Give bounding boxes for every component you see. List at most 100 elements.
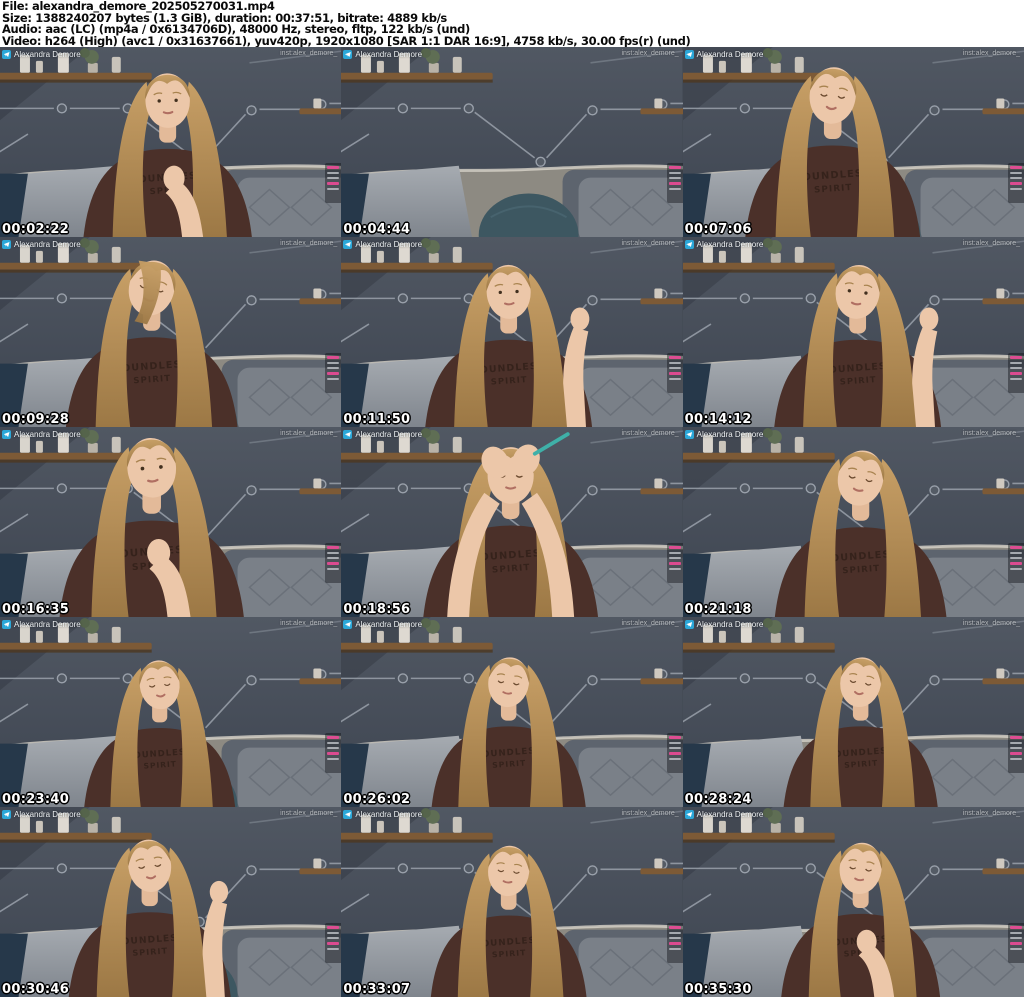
- timestamp-label: 00:26:02: [343, 792, 411, 807]
- instagram-handle-watermark: inst:alex_demore_: [280, 810, 338, 817]
- video-thumbnail: BOUNDLESS SPIRIT Alexandra Demore inst:a…: [341, 237, 683, 427]
- channel-watermark: Alexandra Demore: [684, 50, 763, 59]
- thumbnail-image: BOUNDLESS SPIRIT: [682, 427, 1024, 617]
- thumbnail-image: BOUNDLESS SPIRIT: [682, 47, 1024, 237]
- tip-menu-overlay: [666, 352, 683, 393]
- video-thumbnail: BOUNDLESS SPIRIT Alexandra Demore inst:a…: [0, 427, 342, 617]
- thumbnail-image: BOUNDLESS SPIRIT: [0, 427, 342, 617]
- tip-menu-overlay: [1008, 542, 1024, 583]
- video-thumbnail: BOUNDLESS SPIRIT Alexandra Demore inst:a…: [0, 47, 342, 237]
- thumbnail-image: [341, 47, 683, 237]
- tip-menu-overlay: [1008, 162, 1024, 203]
- instagram-handle-watermark: inst:alex_demore_: [962, 50, 1020, 57]
- timestamp-label: 00:16:35: [2, 602, 70, 617]
- thumbnail-image: BOUNDLESS SPIRIT: [0, 807, 342, 997]
- thumbnail-image: BOUNDLESS SPIRIT: [341, 807, 683, 997]
- channel-watermark: Alexandra Demore: [684, 430, 764, 439]
- video-thumbnail: BOUNDLESS SPIRIT Alexandra Demore inst:a…: [341, 807, 683, 997]
- video-thumbnail: BOUNDLESS SPIRIT Alexandra Demore inst:a…: [682, 617, 1024, 807]
- tip-menu-overlay: [325, 162, 342, 203]
- telegram-icon: [684, 810, 694, 819]
- channel-watermark: Alexandra Demore: [343, 50, 422, 59]
- timestamp-label: 00:30:46: [2, 982, 70, 997]
- instagram-handle-watermark: inst:alex_demore_: [621, 50, 679, 57]
- channel-name: Alexandra Demore: [14, 50, 81, 59]
- tip-menu-overlay: [325, 352, 342, 393]
- thumbnail-image: BOUNDLESS SPIRIT: [0, 47, 342, 237]
- channel-watermark: Alexandra Demore: [343, 240, 422, 249]
- contact-sheet: { "header": { "file_line": "File: alexan…: [0, 0, 1024, 1003]
- thumbnail-image: BOUNDLESS SPIRIT: [682, 617, 1024, 807]
- instagram-handle-watermark: inst:alex_demore_: [621, 620, 679, 627]
- video-thumbnail: BOUNDLESS SPIRIT Alexandra Demore inst:a…: [682, 47, 1024, 237]
- channel-watermark: Alexandra Demore: [684, 620, 764, 629]
- tip-menu-overlay: [666, 162, 683, 203]
- instagram-handle-watermark: inst:alex_demore_: [621, 240, 679, 247]
- instagram-handle-watermark: inst:alex_demore_: [962, 240, 1020, 247]
- tip-menu-overlay: [1008, 732, 1024, 773]
- channel-watermark: Alexandra Demore: [2, 620, 81, 629]
- telegram-icon: [2, 430, 11, 439]
- tip-menu-overlay: [325, 542, 342, 583]
- instagram-handle-watermark: inst:alex_demore_: [962, 810, 1020, 817]
- channel-name: Alexandra Demore: [696, 240, 764, 249]
- tip-menu-overlay: [666, 732, 683, 773]
- tip-menu-overlay: [325, 732, 342, 773]
- channel-name: Alexandra Demore: [14, 620, 81, 629]
- thumbnail-image: BOUNDLESS SPIRIT: [341, 617, 683, 807]
- thumbnail-image: BOUNDLESS SPIRIT: [0, 617, 342, 807]
- thumbnail-image: BOUNDLESS SPIRIT: [682, 237, 1024, 427]
- channel-name: Alexandra Demore: [696, 810, 764, 819]
- telegram-icon: [684, 50, 694, 59]
- tip-menu-overlay: [1008, 352, 1024, 393]
- telegram-icon: [343, 50, 353, 59]
- channel-name: Alexandra Demore: [696, 430, 764, 439]
- channel-watermark: Alexandra Demore: [343, 620, 422, 629]
- channel-watermark: Alexandra Demore: [343, 430, 422, 439]
- channel-name: Alexandra Demore: [355, 240, 423, 249]
- instagram-handle-watermark: inst:alex_demore_: [280, 430, 338, 437]
- telegram-icon: [684, 240, 694, 249]
- tip-menu-overlay: [325, 922, 342, 963]
- timestamp-label: 00:14:12: [684, 412, 752, 427]
- instagram-handle-watermark: inst:alex_demore_: [621, 810, 679, 817]
- timestamp-label: 00:02:22: [2, 222, 70, 237]
- channel-name: Alexandra Demore: [355, 50, 423, 59]
- timestamp-label: 00:28:24: [684, 792, 752, 807]
- channel-name: Alexandra Demore: [355, 430, 423, 439]
- video-thumbnail: BOUNDLESS SPIRIT Alexandra Demore inst:a…: [682, 427, 1024, 617]
- tip-menu-overlay: [1008, 922, 1024, 963]
- timestamp-label: 00:09:28: [2, 412, 70, 427]
- telegram-icon: [684, 620, 694, 629]
- video-thumbnail: BOUNDLESS SPIRIT Alexandra Demore inst:a…: [0, 237, 342, 427]
- timestamp-label: 00:18:56: [343, 602, 411, 617]
- timestamp-label: 00:07:06: [684, 222, 752, 237]
- instagram-handle-watermark: inst:alex_demore_: [962, 430, 1020, 437]
- channel-name: Alexandra Demore: [14, 430, 81, 439]
- tip-menu-overlay: [666, 542, 683, 583]
- channel-watermark: Alexandra Demore: [2, 240, 81, 249]
- channel-watermark: Alexandra Demore: [2, 50, 81, 59]
- telegram-icon: [343, 620, 353, 629]
- thumbnail-grid: BOUNDLESS SPIRIT Alexandra Demore inst:a…: [0, 47, 1024, 997]
- channel-watermark: Alexandra Demore: [2, 430, 81, 439]
- instagram-handle-watermark: inst:alex_demore_: [280, 240, 338, 247]
- channel-watermark: Alexandra Demore: [2, 810, 81, 819]
- telegram-icon: [2, 240, 11, 249]
- video-thumbnail: Alexandra Demore inst:alex_demore_ 00:04…: [341, 47, 683, 237]
- media-info-header: File: alexandra_demore_202505270031.mp4 …: [0, 0, 1024, 47]
- channel-watermark: Alexandra Demore: [684, 810, 764, 819]
- telegram-icon: [2, 50, 11, 59]
- timestamp-label: 00:21:18: [684, 602, 752, 617]
- thumbnail-image: BOUNDLESS SPIRIT: [682, 807, 1024, 997]
- channel-name: Alexandra Demore: [696, 620, 764, 629]
- timestamp-label: 00:04:44: [343, 222, 411, 237]
- channel-watermark: Alexandra Demore: [343, 810, 422, 819]
- telegram-icon: [343, 810, 353, 819]
- instagram-handle-watermark: inst:alex_demore_: [280, 50, 338, 57]
- timestamp-label: 00:11:50: [343, 412, 411, 427]
- channel-name: Alexandra Demore: [14, 240, 81, 249]
- channel-name: Alexandra Demore: [14, 810, 81, 819]
- video-thumbnail: BOUNDLESS SPIRIT Alexandra Demore inst:a…: [0, 617, 342, 807]
- video-thumbnail: BOUNDLESS SPIRIT Alexandra Demore inst:a…: [682, 237, 1024, 427]
